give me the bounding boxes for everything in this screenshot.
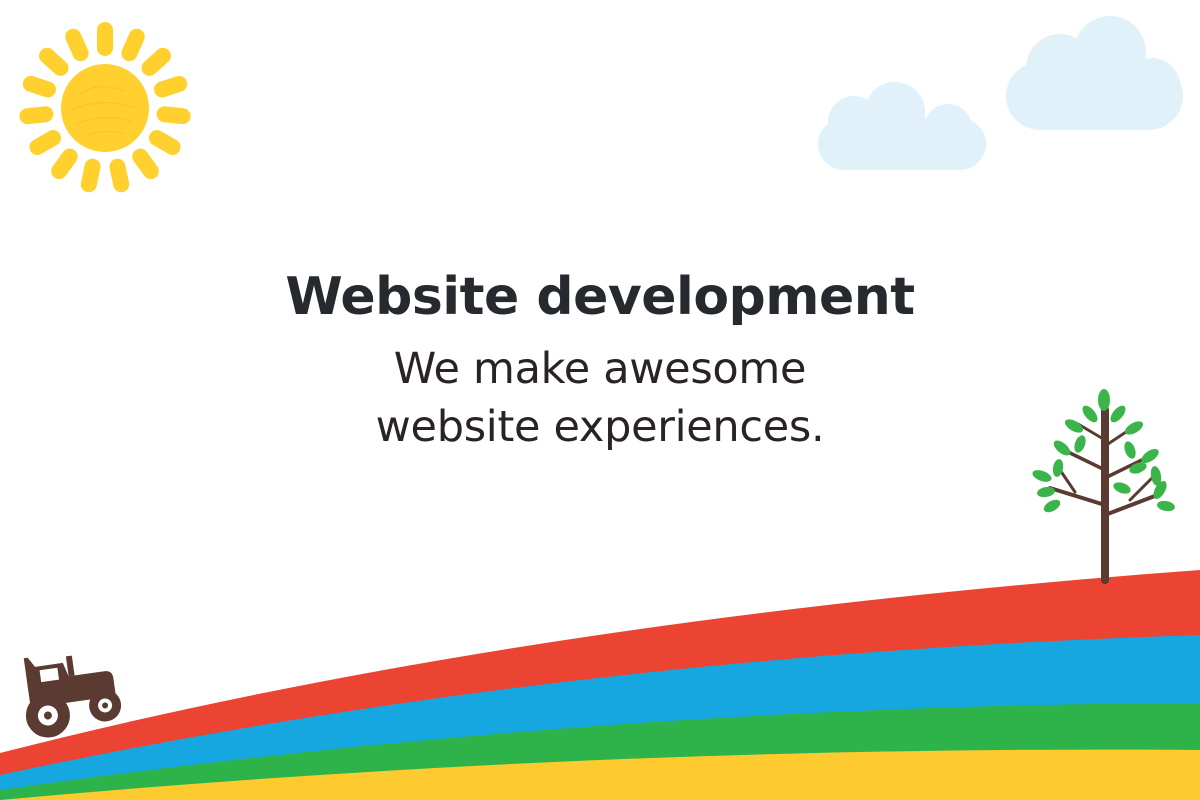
hero-banner: Website development We make awesome webs…	[0, 0, 1200, 800]
cloud-icon	[1006, 16, 1183, 130]
page-title: Website development	[285, 267, 915, 327]
subtitle-line-1: We make awesome	[393, 344, 807, 394]
tractor-icon	[23, 655, 122, 738]
subtitle-line-2: website experiences.	[375, 402, 825, 452]
rainbow-hills	[0, 570, 1200, 800]
page-subtitle: We make awesome website experiences.	[0, 340, 1200, 456]
cloud-icon	[818, 82, 986, 170]
sun-icon	[19, 22, 191, 193]
